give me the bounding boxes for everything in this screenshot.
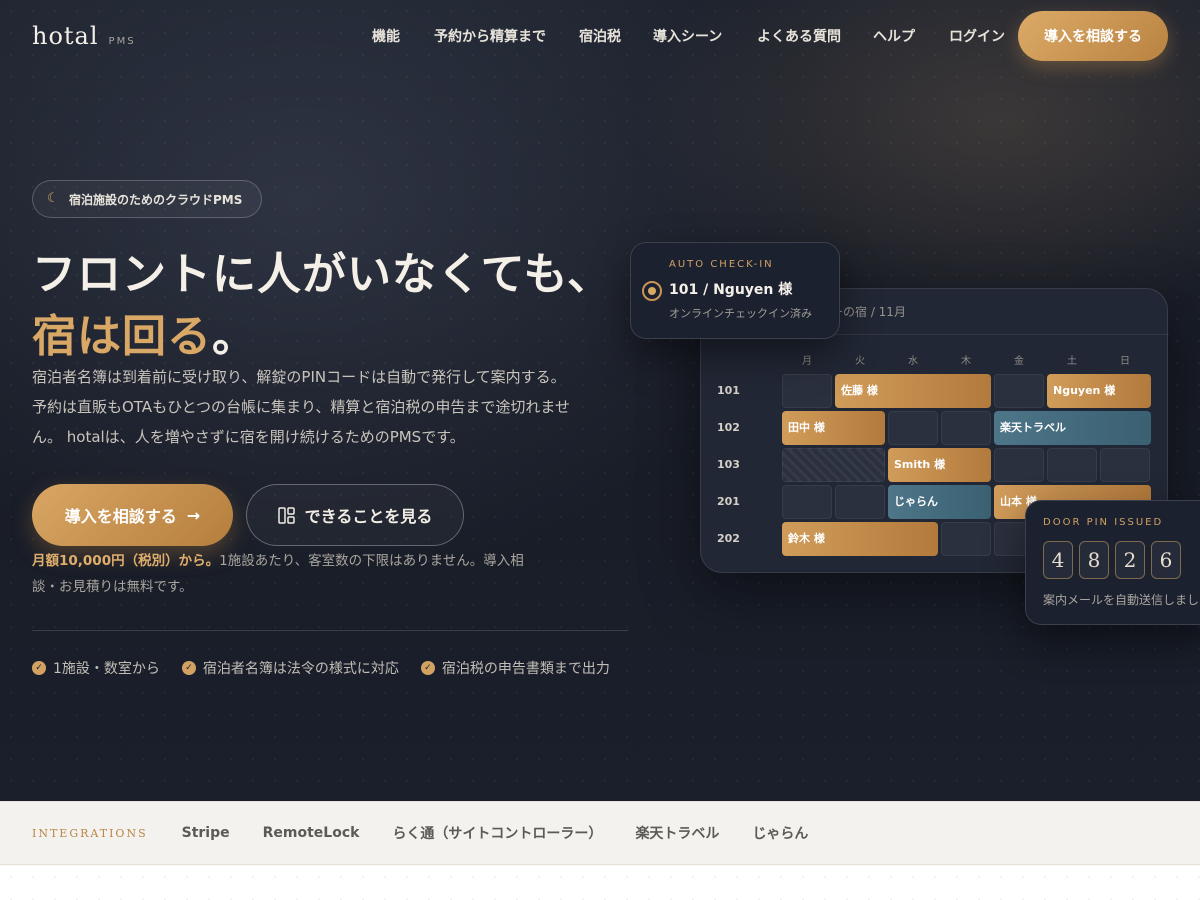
room-label: 202 [717, 532, 740, 545]
nav-item-help[interactable]: ヘルプ [873, 26, 949, 46]
integration-remotelock: RemoteLock [262, 825, 360, 841]
calendar-cell[interactable] [941, 411, 991, 445]
feature-item: ✓ 1施設・数室から [32, 658, 160, 678]
feature-label: 宿泊者名簿は法令の様式に対応 [202, 661, 399, 677]
calendar-cell[interactable] [994, 448, 1044, 482]
check-icon: ✓ [181, 661, 196, 675]
pin-digit: 8 [1079, 541, 1109, 579]
pin-digit: 4 [1043, 541, 1073, 579]
booking-bar[interactable]: じゃらん [888, 485, 991, 519]
integrations-bar: INTEGRATIONS Stripe RemoteLock らく通（サイトコン… [0, 801, 1200, 865]
price-amount: 月額10,000円（税別）から。 [32, 553, 220, 569]
calendar-cell[interactable] [835, 485, 885, 519]
headline-highlight: 宿は回る [32, 311, 212, 362]
feature-item: ✓ 宿泊税の申告書類まで出力 [420, 658, 610, 678]
main-nav: 機能 予約から精算まで 宿泊税 導入シーン よくある質問 ヘルプ ログイン [372, 26, 1009, 46]
check-icon: ✓ [420, 661, 435, 675]
calendar-cell[interactable] [782, 374, 832, 408]
nav-item-flow[interactable]: 予約から精算まで [434, 26, 579, 46]
pricing-text: 月額10,000円（税別）から。1施設あたり、客室数の下限はありません。導入相談… [32, 548, 542, 600]
headline-line-1: フロントに人がいなくても、 [32, 249, 613, 300]
day-label: 金 [1014, 356, 1024, 367]
consult-button[interactable]: 導入を相談する → [32, 484, 233, 546]
room-label: 201 [717, 495, 740, 508]
consult-button-label: 導入を相談する [64, 507, 177, 526]
booking-bar[interactable]: Smith 様 [888, 448, 991, 482]
booking-bar[interactable]: Nguyen 様 [1047, 374, 1151, 408]
checkin-label: AUTO CHECK-IN [669, 259, 774, 270]
status-dot-icon [642, 281, 662, 301]
room-label: 102 [717, 421, 740, 434]
logo[interactable]: hotal PMS [32, 22, 136, 50]
checkin-room: 101 / Nguyen 様 [669, 282, 793, 298]
headline-line-2: 宿は回る。 [32, 300, 257, 364]
day-label: 日 [1120, 356, 1130, 367]
integration-jalan: じゃらん [752, 826, 809, 842]
nav-item-features[interactable]: 機能 [372, 26, 434, 46]
badge-label: 宿泊施設のためのクラウドPMS [69, 192, 243, 207]
booking-bar[interactable]: 鈴木 様 [782, 522, 938, 556]
integrations-label: INTEGRATIONS [32, 826, 148, 840]
auto-checkin-card: AUTO CHECK-IN 101 / Nguyen 様 オンラインチェックイン… [630, 242, 840, 339]
day-label: 水 [908, 356, 918, 367]
integration-rakuten: 楽天トラベル [635, 826, 720, 842]
calendar-cell[interactable] [941, 522, 991, 556]
headline-period: 。 [212, 311, 257, 362]
check-icon: ✓ [32, 661, 46, 675]
booking-bar[interactable]: 田中 様 [782, 411, 885, 445]
hero-description: 宿泊者名簿は到着前に受け取り、解錠のPINコードは自動で発行して案内する。 予約… [32, 368, 570, 446]
layout-icon [277, 506, 295, 524]
calendar-cell[interactable] [1047, 448, 1097, 482]
hero-section: hotal PMS 機能 予約から精算まで 宿泊税 導入シーン よくある質問 ヘ… [0, 0, 1200, 801]
pin-digit: 2 [1115, 541, 1145, 579]
see-features-button[interactable]: できることを見る [246, 484, 464, 546]
nav-item-tax[interactable]: 宿泊税 [579, 26, 653, 46]
feature-label: 1施設・数室から [53, 661, 160, 677]
day-label: 火 [855, 356, 865, 367]
calendar-cell[interactable] [888, 411, 938, 445]
nav-item-faq[interactable]: よくある質問 [757, 26, 873, 46]
calendar-cell[interactable] [1100, 448, 1150, 482]
hero-badge: ☾ 宿泊施設のためのクラウドPMS [32, 180, 262, 218]
pin-digit: 6 [1151, 541, 1181, 579]
moon-icon: ☾ [47, 191, 59, 206]
door-pin-card: DOOR PIN ISSUED 4 8 2 6 案内メールを自動送信しました [1025, 500, 1200, 625]
blocked-cell [782, 448, 885, 482]
day-label: 木 [961, 356, 971, 367]
day-label: 土 [1067, 356, 1077, 367]
divider [32, 630, 628, 631]
booking-bar[interactable]: 佐藤 様 [835, 374, 991, 408]
day-label: 月 [802, 356, 812, 367]
logo-text: hotal [32, 22, 99, 50]
pin-note: 案内メールを自動送信しました [1043, 593, 1200, 607]
integration-rakutsu: らく通（サイトコントローラー） [392, 826, 603, 842]
nav-item-login[interactable]: ログイン [949, 26, 1009, 46]
checkin-status: オンラインチェックイン済み [669, 307, 812, 320]
logo-subtext: PMS [108, 36, 136, 47]
feature-label: 宿泊税の申告書類まで出力 [441, 661, 610, 677]
feature-list: ✓ 1施設・数室から ✓ 宿泊者名簿は法令の様式に対応 ✓ 宿泊税の申告書類まで… [32, 658, 610, 678]
room-label: 101 [717, 384, 740, 397]
calendar-cell[interactable] [994, 374, 1044, 408]
integration-stripe: Stripe [181, 825, 230, 841]
feature-item: ✓ 宿泊者名簿は法令の様式に対応 [181, 658, 399, 678]
arrow-right-icon: → [186, 505, 201, 525]
booking-bar[interactable]: 楽天トラベル [994, 411, 1151, 445]
header-consult-button[interactable]: 導入を相談する [1018, 11, 1168, 61]
pin-label: DOOR PIN ISSUED [1043, 517, 1164, 528]
nav-item-scenes[interactable]: 導入シーン [653, 26, 757, 46]
calendar-cell[interactable] [782, 485, 832, 519]
see-features-label: できることを見る [304, 507, 433, 526]
room-label: 103 [717, 458, 740, 471]
next-section [0, 866, 1200, 900]
